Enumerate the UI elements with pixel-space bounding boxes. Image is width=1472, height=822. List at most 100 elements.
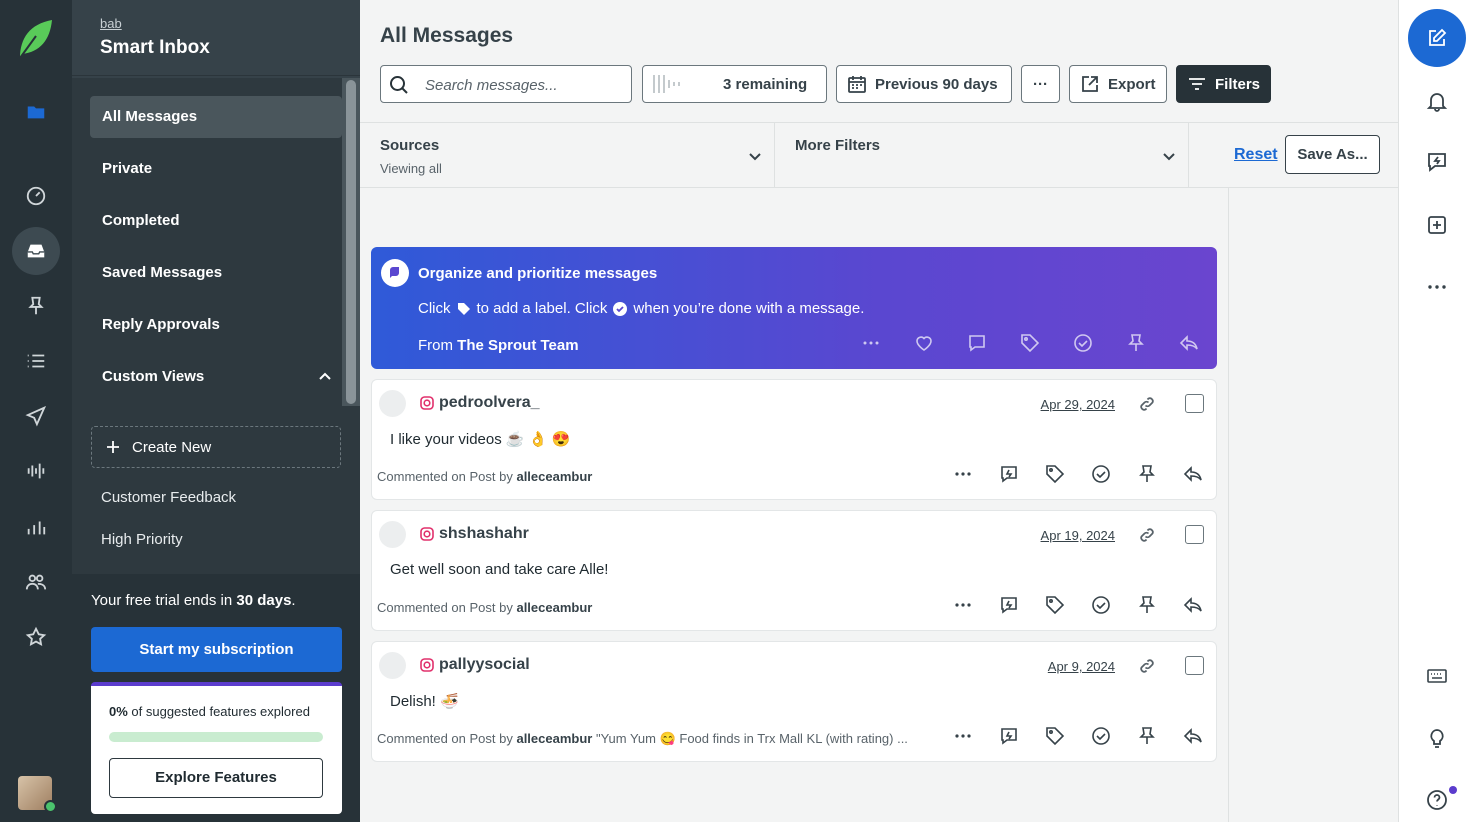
keyboard-icon[interactable] xyxy=(1426,665,1448,687)
message-date[interactable]: Apr 19, 2024 xyxy=(1041,528,1115,543)
message-date[interactable]: Apr 29, 2024 xyxy=(1041,397,1115,412)
pin-icon[interactable] xyxy=(1137,726,1157,746)
sources-label: Sources xyxy=(380,137,440,154)
pin-icon[interactable] xyxy=(12,282,60,330)
bell-icon[interactable] xyxy=(1426,90,1448,112)
message-card[interactable]: pallyysocial Apr 9, 2024 Delish! 🍜 Comme… xyxy=(371,641,1217,762)
complete-icon[interactable] xyxy=(1091,595,1111,615)
star-icon[interactable] xyxy=(12,613,60,661)
sources-filter[interactable]: Sources Viewing all xyxy=(360,123,775,187)
meta-author[interactable]: alleceambur xyxy=(516,600,592,615)
workspace-name[interactable]: bab xyxy=(100,16,332,31)
meta-author[interactable]: alleceambur xyxy=(516,469,592,484)
help-icon[interactable] xyxy=(1426,789,1448,811)
filters-button[interactable]: Filters xyxy=(1176,65,1271,103)
more-icon[interactable] xyxy=(953,595,973,615)
list-icon[interactable] xyxy=(12,337,60,385)
pin-icon[interactable] xyxy=(1137,464,1157,484)
explore-progress-bar xyxy=(109,732,323,742)
link-icon[interactable] xyxy=(1138,395,1156,413)
custom-view-high-priority[interactable]: High Priority xyxy=(101,531,183,548)
more-icon[interactable] xyxy=(953,464,973,484)
nav-item-private[interactable]: Private xyxy=(90,148,342,190)
send-icon[interactable] xyxy=(12,392,60,440)
sender-handle[interactable]: pallyysocial xyxy=(439,656,530,674)
right-rail xyxy=(1398,0,1472,822)
date-range-button[interactable]: Previous 90 days xyxy=(836,65,1012,103)
activity-icon[interactable] xyxy=(1426,151,1448,173)
inbox-icon[interactable] xyxy=(12,227,60,275)
calendar-icon xyxy=(848,76,866,93)
sender-avatar[interactable] xyxy=(379,521,406,548)
sender-handle[interactable]: shshashahr xyxy=(439,525,529,543)
message-card[interactable]: pedroolvera_ Apr 29, 2024 I like your vi… xyxy=(371,379,1217,500)
more-filters-label: More Filters xyxy=(795,137,881,154)
listening-icon[interactable] xyxy=(12,447,60,495)
nav-item-saved-messages[interactable]: Saved Messages xyxy=(90,252,342,294)
message-date[interactable]: Apr 9, 2024 xyxy=(1048,659,1115,674)
nav-scrollbar[interactable] xyxy=(342,78,360,406)
link-icon[interactable] xyxy=(1138,657,1156,675)
sender-handle[interactable]: pedroolvera_ xyxy=(439,394,539,412)
nav-item-custom-views[interactable]: Custom Views xyxy=(90,356,342,398)
reply-icon[interactable] xyxy=(1183,464,1203,484)
tag-icon[interactable] xyxy=(1045,595,1065,615)
tag-icon[interactable] xyxy=(1045,464,1065,484)
reset-link[interactable]: Reset xyxy=(1234,146,1278,164)
more-options-button[interactable]: ··· xyxy=(1021,65,1060,103)
lightbulb-icon[interactable] xyxy=(1426,727,1448,749)
export-button[interactable]: Export xyxy=(1069,65,1167,103)
message-actions xyxy=(953,464,1203,484)
reply-bubble-icon[interactable] xyxy=(999,595,1019,615)
from-prefix: From xyxy=(418,337,458,354)
search-box[interactable] xyxy=(380,65,632,103)
start-subscription-button[interactable]: Start my subscription xyxy=(91,627,342,672)
save-as-button[interactable]: Save As... xyxy=(1285,135,1380,174)
compose-button[interactable] xyxy=(1408,9,1466,67)
people-icon[interactable] xyxy=(12,558,60,606)
meta-author[interactable]: alleceambur xyxy=(516,731,592,746)
more-icon[interactable] xyxy=(953,726,973,746)
message-card[interactable]: shshashahr Apr 19, 2024 Get well soon an… xyxy=(371,510,1217,631)
create-new-view-button[interactable]: Create New xyxy=(91,426,341,468)
select-checkbox[interactable] xyxy=(1185,394,1204,413)
sources-value: Viewing all xyxy=(380,161,442,176)
tag-icon[interactable] xyxy=(1045,726,1065,746)
onboarding-card: Organize and prioritize messages Click t… xyxy=(371,247,1217,369)
chevron-down-icon xyxy=(1163,153,1175,161)
select-checkbox[interactable] xyxy=(1185,525,1204,544)
nav-item-completed[interactable]: Completed xyxy=(90,200,342,242)
reply-icon[interactable] xyxy=(1183,595,1203,615)
custom-view-customer-feedback[interactable]: Customer Feedback xyxy=(101,489,236,506)
folder-icon[interactable] xyxy=(12,88,60,136)
onboarding-body-1: Click xyxy=(418,300,451,317)
complete-icon xyxy=(1074,334,1092,352)
search-input[interactable] xyxy=(425,74,625,96)
app-rail xyxy=(0,0,72,822)
explore-features-button[interactable]: Explore Features xyxy=(109,758,323,798)
remaining-button[interactable]: 3 remaining xyxy=(642,65,827,103)
nav-item-all-messages[interactable]: All Messages xyxy=(90,96,342,138)
reply-bubble-icon[interactable] xyxy=(999,464,1019,484)
sender-avatar[interactable] xyxy=(379,652,406,679)
sprout-logo[interactable] xyxy=(16,18,54,60)
more-filters-dropdown[interactable]: More Filters xyxy=(775,123,1189,187)
nav-item-reply-approvals[interactable]: Reply Approvals xyxy=(90,304,342,346)
complete-icon[interactable] xyxy=(1091,464,1111,484)
pin-icon[interactable] xyxy=(1137,595,1157,615)
reply-icon[interactable] xyxy=(1183,726,1203,746)
complete-icon[interactable] xyxy=(1091,726,1111,746)
reports-icon[interactable] xyxy=(12,503,60,551)
inbox-nav: bab Smart Inbox All Messages Private Com… xyxy=(72,0,360,822)
trial-panel: Your free trial ends in 30 days. Start m… xyxy=(72,574,360,822)
reply-bubble-icon[interactable] xyxy=(999,726,1019,746)
nav-scrollbar-thumb[interactable] xyxy=(346,80,356,404)
link-icon[interactable] xyxy=(1138,526,1156,544)
meta-suffix: "Yum Yum 😋 Food finds in Trx Mall KL (wi… xyxy=(592,731,908,746)
more-icon[interactable] xyxy=(1426,276,1448,298)
sender-avatar[interactable] xyxy=(379,390,406,417)
trial-prefix: Your free trial ends in xyxy=(91,592,237,609)
dashboard-icon[interactable] xyxy=(12,172,60,220)
select-checkbox[interactable] xyxy=(1185,656,1204,675)
add-icon[interactable] xyxy=(1426,214,1448,236)
